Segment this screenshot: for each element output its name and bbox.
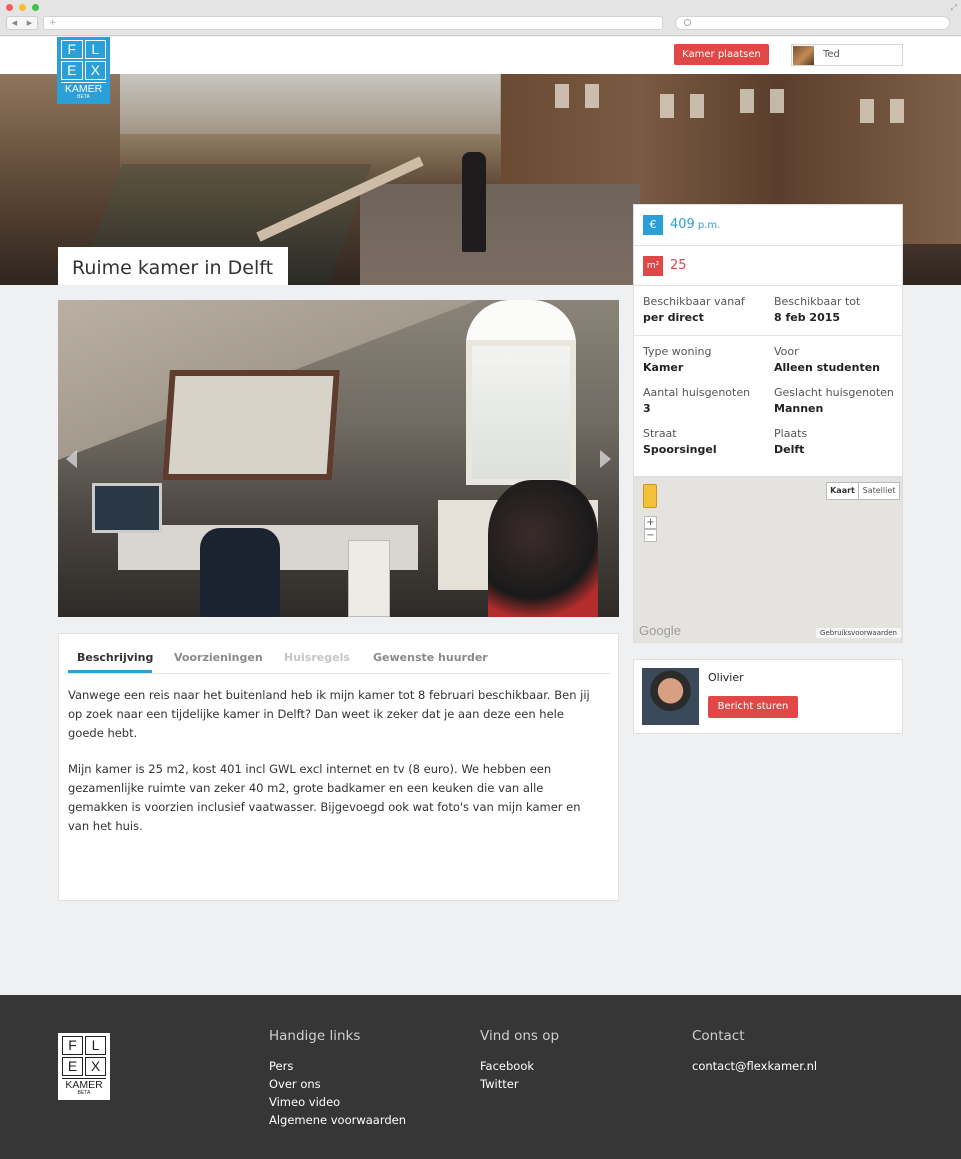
footer-social-heading: Vind ons op [480, 1028, 560, 1044]
detail-for: Voor Alleen studenten [774, 345, 880, 374]
footer-contact-heading: Contact [692, 1028, 745, 1044]
forward-icon[interactable]: ▶ [27, 19, 32, 27]
detail-type: Type woning Kamer [643, 345, 712, 374]
footer-links-column: Handige links Pers Over ons Vimeo video … [269, 1028, 406, 1129]
listing-info-panel: € 409 p.m. m² 25 Beschikbaar vanaf per di… [633, 204, 903, 477]
tab-bar: Beschrijving Voorzieningen Huisregels Ge… [68, 634, 610, 674]
address-bar[interactable]: + [43, 16, 663, 30]
footer-link-terms[interactable]: Algemene voorwaarden [269, 1111, 406, 1129]
footer-links-heading: Handige links [269, 1028, 361, 1044]
logo-letter: L [84, 40, 106, 59]
size-row: m² 25 [634, 246, 902, 286]
logo-letter: L [85, 1036, 106, 1055]
map-type-satellite-button[interactable]: Satelliet [858, 482, 900, 500]
tab-facilities[interactable]: Voorzieningen [174, 651, 263, 664]
search-icon [684, 19, 691, 26]
tab-desired-tenant[interactable]: Gewenste huurder [373, 651, 488, 664]
browser-search-input[interactable] [675, 16, 950, 30]
landlord-contact-card: Olivier Bericht sturen [633, 659, 903, 734]
gallery-prev-icon[interactable] [66, 450, 77, 468]
google-logo: Google [639, 623, 681, 638]
footer-link-facebook[interactable]: Facebook [480, 1057, 559, 1075]
area-icon: m² [643, 256, 663, 276]
logo-letter: E [61, 61, 83, 80]
detail-street: Straat Spoorsingel [643, 427, 717, 456]
tab-description[interactable]: Beschrijving [77, 651, 153, 664]
footer-link-twitter[interactable]: Twitter [480, 1075, 559, 1093]
detail-available-from: Beschikbaar vanaf per direct [643, 295, 745, 324]
active-tab-indicator [68, 670, 152, 673]
footer-link-about[interactable]: Over ons [269, 1075, 406, 1093]
site-footer: F L E X KAMER BETA Handige links Pers Ov… [0, 995, 961, 1159]
zoom-out-button[interactable]: − [644, 529, 657, 542]
logo-letter: X [84, 61, 106, 80]
footer-link-vimeo[interactable]: Vimeo video [269, 1093, 406, 1111]
logo-letter: E [62, 1057, 83, 1076]
logo-letter: X [85, 1057, 106, 1076]
fullscreen-icon[interactable]: ⤢ [951, 3, 957, 13]
send-message-button[interactable]: Bericht sturen [708, 696, 798, 718]
map-type-map-button[interactable]: Kaart [826, 482, 859, 500]
logo-beta: BETA [77, 94, 90, 100]
avatar [642, 668, 699, 725]
map-terms-link[interactable]: Gebruiksvoorwaarden [816, 628, 901, 638]
user-name: Ted [823, 49, 840, 60]
browser-nav: ◀ ▶ [6, 16, 38, 30]
minimize-window-icon[interactable] [19, 4, 26, 11]
gallery-next-icon[interactable] [600, 450, 611, 468]
details-grid: Type woning Kamer Voor Alleen studenten … [634, 336, 902, 476]
photo-gallery[interactable] [58, 300, 619, 617]
logo-letter: F [61, 40, 83, 59]
footer-contact-email[interactable]: contact@flexkamer.nl [692, 1057, 817, 1075]
detail-housemates: Aantal huisgenoten 3 [643, 386, 751, 415]
avatar [793, 46, 814, 65]
detail-city: Plaats Delft [774, 427, 808, 456]
euro-icon: € [643, 215, 663, 235]
zoom-in-button[interactable]: + [644, 516, 657, 529]
price-row: € 409 p.m. [634, 205, 902, 246]
availability-row: Beschikbaar vanaf per direct Beschikbaar… [634, 286, 902, 336]
back-icon[interactable]: ◀ [12, 19, 17, 27]
footer-link-press[interactable]: Pers [269, 1057, 406, 1075]
logo-letter: F [62, 1036, 83, 1055]
page-title: Ruime kamer in Delft [72, 257, 274, 279]
description-text: Vanwege een reis naar het buitenland heb… [68, 686, 598, 853]
description-card: Beschrijving Voorzieningen Huisregels Ge… [58, 633, 619, 901]
location-map[interactable]: + − Kaart Satelliet Google Gebruiksvoorw… [633, 477, 903, 643]
description-paragraph: Vanwege een reis naar het buitenland heb… [68, 688, 590, 740]
description-paragraph: Mijn kamer is 25 m2, kost 401 incl GWL e… [68, 762, 581, 833]
footer-social-column: Vind ons op Facebook Twitter [480, 1028, 559, 1093]
landlord-name: Olivier [708, 671, 744, 684]
street-view-pegman-icon[interactable] [643, 484, 657, 508]
site-logo[interactable]: F L E X KAMER BETA [57, 37, 110, 104]
place-room-button[interactable]: Kamer plaatsen [674, 44, 769, 65]
detail-housemates-gender: Geslacht huisgenoten Mannen [774, 386, 894, 415]
close-window-icon[interactable] [6, 4, 13, 11]
footer-contact-column: Contact contact@flexkamer.nl [692, 1028, 817, 1075]
logo-beta: BETA [77, 1090, 91, 1096]
maximize-window-icon[interactable] [32, 4, 39, 11]
footer-logo[interactable]: F L E X KAMER BETA [58, 1033, 110, 1100]
user-menu[interactable]: Ted [791, 44, 903, 66]
detail-available-until: Beschikbaar tot 8 feb 2015 [774, 295, 861, 324]
size-value: 25 [670, 258, 687, 273]
browser-chrome: ◀ ▶ + ⤢ [0, 0, 961, 36]
price-value: 409 p.m. [670, 217, 721, 232]
listing-title-tab: Ruime kamer in Delft [58, 247, 288, 285]
tab-house-rules[interactable]: Huisregels [284, 651, 350, 664]
